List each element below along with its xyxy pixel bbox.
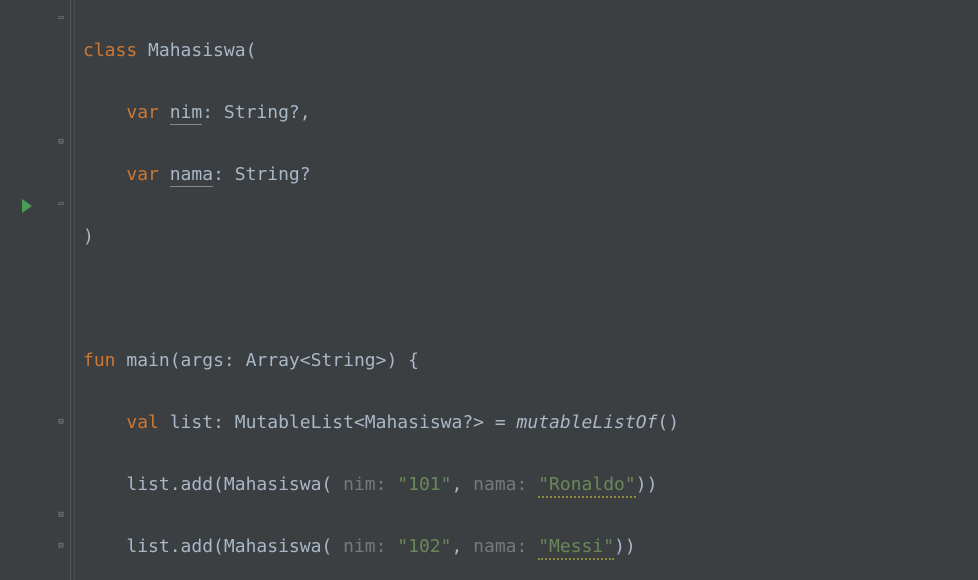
fold-open-icon[interactable]: ▭ xyxy=(55,12,67,24)
string-literal: "102" xyxy=(397,536,451,557)
paren: ) xyxy=(83,226,94,247)
code-line[interactable]: class Mahasiswa( xyxy=(83,35,679,66)
paren: )) xyxy=(614,536,636,557)
code-line[interactable]: ) xyxy=(83,221,679,252)
code-line[interactable]: fun main(args: Array<String>) { xyxy=(83,345,679,376)
fold-open-icon[interactable]: ▭ xyxy=(55,198,67,210)
paren: ( xyxy=(246,40,257,61)
param-hint: nim: xyxy=(343,474,397,495)
code-line[interactable]: list.add(Mahasiswa( nim: "102", nama: "M… xyxy=(83,531,679,562)
keyword: val xyxy=(126,412,169,433)
signature: (args: Array<String>) { xyxy=(170,350,419,371)
function-call: mutableListOf xyxy=(517,412,658,433)
run-icon[interactable] xyxy=(22,199,32,213)
class-name: Mahasiswa xyxy=(148,40,246,61)
code-line[interactable]: val list: MutableList<Mahasiswa?> = muta… xyxy=(83,407,679,438)
function-name: main xyxy=(126,350,169,371)
code-editor[interactable]: ▭ ⊟ ▭ ⊟ ⊟ ⊟ class Mahasiswa( var nim: St… xyxy=(0,0,978,580)
string-literal: "Ronaldo" xyxy=(538,474,636,498)
param-hint: nama: xyxy=(473,536,538,557)
property: nama xyxy=(170,164,213,187)
keyword: fun xyxy=(83,350,126,371)
code-line[interactable]: var nama: String? xyxy=(83,159,679,190)
keyword: class xyxy=(83,40,148,61)
gutter: ▭ ⊟ ▭ ⊟ ⊟ ⊟ xyxy=(0,0,71,580)
fold-close-icon[interactable]: ⊟ xyxy=(55,540,67,552)
fold-close-icon[interactable]: ⊟ xyxy=(55,509,67,521)
property: nim xyxy=(170,102,203,125)
code-area[interactable]: class Mahasiswa( var nim: String?, var n… xyxy=(71,0,679,580)
string-literal: "101" xyxy=(397,474,451,495)
indent-guide xyxy=(74,0,75,580)
code-line[interactable]: list.add(Mahasiswa( nim: "101", nama: "R… xyxy=(83,469,679,500)
code-line[interactable]: var nim: String?, xyxy=(83,97,679,128)
type-text: : String?, xyxy=(202,102,310,123)
keyword: var xyxy=(126,164,169,185)
fold-close-icon[interactable]: ⊟ xyxy=(55,136,67,148)
call-text: list.add(Mahasiswa( xyxy=(126,474,343,495)
param-hint: nama: xyxy=(473,474,538,495)
fold-close-icon[interactable]: ⊟ xyxy=(55,416,67,428)
type-text: : String? xyxy=(213,164,311,185)
paren: )) xyxy=(636,474,658,495)
type-text: : MutableList<Mahasiswa?> = xyxy=(213,412,516,433)
param-hint: nim: xyxy=(343,536,397,557)
code-line[interactable] xyxy=(83,283,679,314)
keyword: var xyxy=(126,102,169,123)
string-literal: "Messi" xyxy=(538,536,614,560)
paren: () xyxy=(657,412,679,433)
var-name: list xyxy=(170,412,213,433)
call-text: list.add(Mahasiswa( xyxy=(126,536,343,557)
